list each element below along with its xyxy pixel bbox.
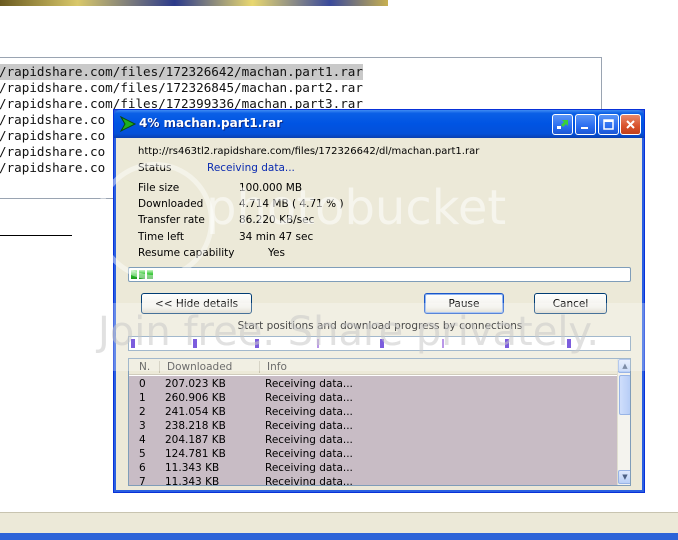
- row-downloaded: 204.187 KB: [165, 434, 226, 446]
- table-row[interactable]: 1 260.906 KB Receiving data...: [129, 391, 617, 405]
- scroll-up-arrow-icon[interactable]: ▲: [618, 359, 630, 373]
- maximize-button[interactable]: [598, 114, 619, 135]
- url-line: /rapidshare.com/files/172326642/machan.p…: [0, 64, 363, 80]
- connection-marker: [131, 339, 135, 348]
- table-row[interactable]: 6 11.343 KB Receiving data...: [129, 461, 617, 475]
- transfer-rate-label: Transfer rate: [138, 214, 205, 226]
- connections-table[interactable]: N. Downloaded Info 0 207.023 KB Receiving …: [128, 358, 631, 486]
- table-row[interactable]: 3 238.218 KB Receiving data...: [129, 419, 617, 433]
- url-line: /rapidshare.co: [0, 144, 106, 159]
- row-number: 2: [139, 406, 146, 418]
- url-line: /rapidshare.co: [0, 112, 106, 127]
- row-number: 7: [139, 476, 146, 486]
- transfer-rate-value: 86.220 KB/sec: [239, 214, 315, 226]
- row-downloaded: 11.343 KB: [165, 476, 220, 486]
- hide-details-button[interactable]: << Hide details: [141, 293, 252, 314]
- download-arrow-icon: [119, 115, 137, 133]
- scroll-thumb[interactable]: [619, 375, 630, 415]
- row-info: Receiving data...: [265, 420, 353, 432]
- row-info: Receiving data...: [265, 462, 353, 474]
- progress-segment: [131, 270, 137, 279]
- resume-capability-label: Resume capability: [138, 247, 235, 259]
- connections-caption: Start positions and download progress by…: [237, 320, 523, 332]
- column-separator: [159, 361, 160, 373]
- row-number: 1: [139, 392, 146, 404]
- row-info: Receiving data...: [265, 476, 353, 486]
- window-content: http://rs463tl2.rapidshare.com/files/172…: [118, 138, 642, 490]
- column-header-info[interactable]: Info: [267, 361, 287, 373]
- progress-segment: [147, 270, 153, 279]
- downloaded-label: Downloaded: [138, 198, 204, 210]
- restore-size-button[interactable]: [552, 114, 573, 135]
- row-info: Receiving data...: [265, 378, 353, 390]
- row-number: 6: [139, 462, 146, 474]
- row-downloaded: 11.343 KB: [165, 462, 220, 474]
- column-separator: [259, 361, 260, 373]
- row-downloaded: 260.906 KB: [165, 392, 226, 404]
- downloaded-value: 4.714 MB ( 4.71 % ): [239, 198, 344, 210]
- window-titlebar[interactable]: 4% machan.part1.rar: [114, 110, 644, 138]
- table-header: N. Downloaded Info: [129, 359, 617, 375]
- minimize-icon: [581, 127, 588, 129]
- row-downloaded: 238.218 KB: [165, 420, 226, 432]
- scroll-down-arrow-icon[interactable]: ▼: [618, 470, 630, 484]
- time-left-value: 34 min 47 sec: [239, 231, 314, 243]
- download-window: 4% machan.part1.rar http://rs463tl2.rapi…: [113, 109, 645, 493]
- taskbar-edge: [0, 533, 678, 540]
- row-info: Receiving data...: [265, 448, 353, 460]
- download-progress-bar: [128, 267, 631, 282]
- connection-marker: [505, 339, 509, 348]
- url-line: /rapidshare.com/files/172326845/machan.p…: [0, 80, 363, 95]
- window-title: 4% machan.part1.rar: [139, 116, 283, 130]
- row-info: Receiving data...: [265, 392, 353, 404]
- column-header-n[interactable]: N.: [139, 361, 150, 373]
- file-size-label: File size: [138, 182, 180, 194]
- row-downloaded: 241.054 KB: [165, 406, 226, 418]
- url-line: /rapidshare.co: [0, 128, 106, 143]
- table-row[interactable]: 4 204.187 KB Receiving data...: [129, 433, 617, 447]
- resume-capability-value: Yes: [268, 247, 285, 259]
- table-row[interactable]: 7 11.343 KB Receiving data...: [129, 475, 617, 486]
- header-banner-image: [0, 0, 388, 6]
- maximize-icon: [603, 119, 614, 130]
- minimize-button[interactable]: [575, 114, 596, 135]
- status-value: Receiving data...: [207, 162, 295, 174]
- connection-marker: [567, 339, 571, 348]
- row-number: 0: [139, 378, 146, 390]
- table-body: 0 207.023 KB Receiving data... 1 260.906 KB R…: [129, 376, 617, 486]
- time-left-label: Time left: [138, 231, 185, 243]
- file-size-value: 100.000 MB: [239, 182, 303, 194]
- progress-fill: [131, 270, 153, 279]
- connection-marker: [255, 339, 259, 348]
- table-row[interactable]: 5 124.781 KB Receiving data...: [129, 447, 617, 461]
- connection-marker: [317, 339, 319, 348]
- table-row[interactable]: 2 241.054 KB Receiving data...: [129, 405, 617, 419]
- connection-marker: [442, 339, 444, 348]
- row-number: 3: [139, 420, 146, 432]
- download-url: http://rs463tl2.rapidshare.com/files/172…: [138, 146, 480, 157]
- column-header-downloaded[interactable]: Downloaded: [167, 361, 232, 373]
- status-label: Status: [138, 162, 172, 174]
- table-row[interactable]: 0 207.023 KB Receiving data...: [129, 377, 617, 391]
- row-downloaded: 207.023 KB: [165, 378, 226, 390]
- cancel-button[interactable]: Cancel: [534, 293, 607, 314]
- connection-marker: [380, 339, 384, 348]
- resize-icon: [557, 120, 568, 129]
- close-button[interactable]: [620, 114, 641, 135]
- progress-segment: [139, 270, 145, 279]
- url-line: /rapidshare.co: [0, 160, 106, 175]
- connections-progress-bar: [128, 336, 631, 351]
- connection-marker: [193, 339, 197, 348]
- row-info: Receiving data...: [265, 434, 353, 446]
- close-icon: [626, 120, 635, 129]
- row-downloaded: 124.781 KB: [165, 448, 226, 460]
- table-scrollbar[interactable]: ▲ ▼: [617, 359, 630, 485]
- pause-button[interactable]: Pause: [424, 293, 504, 314]
- row-info: Receiving data...: [265, 406, 353, 418]
- divider-line: [0, 235, 72, 236]
- row-number: 4: [139, 434, 146, 446]
- row-number: 5: [139, 448, 146, 460]
